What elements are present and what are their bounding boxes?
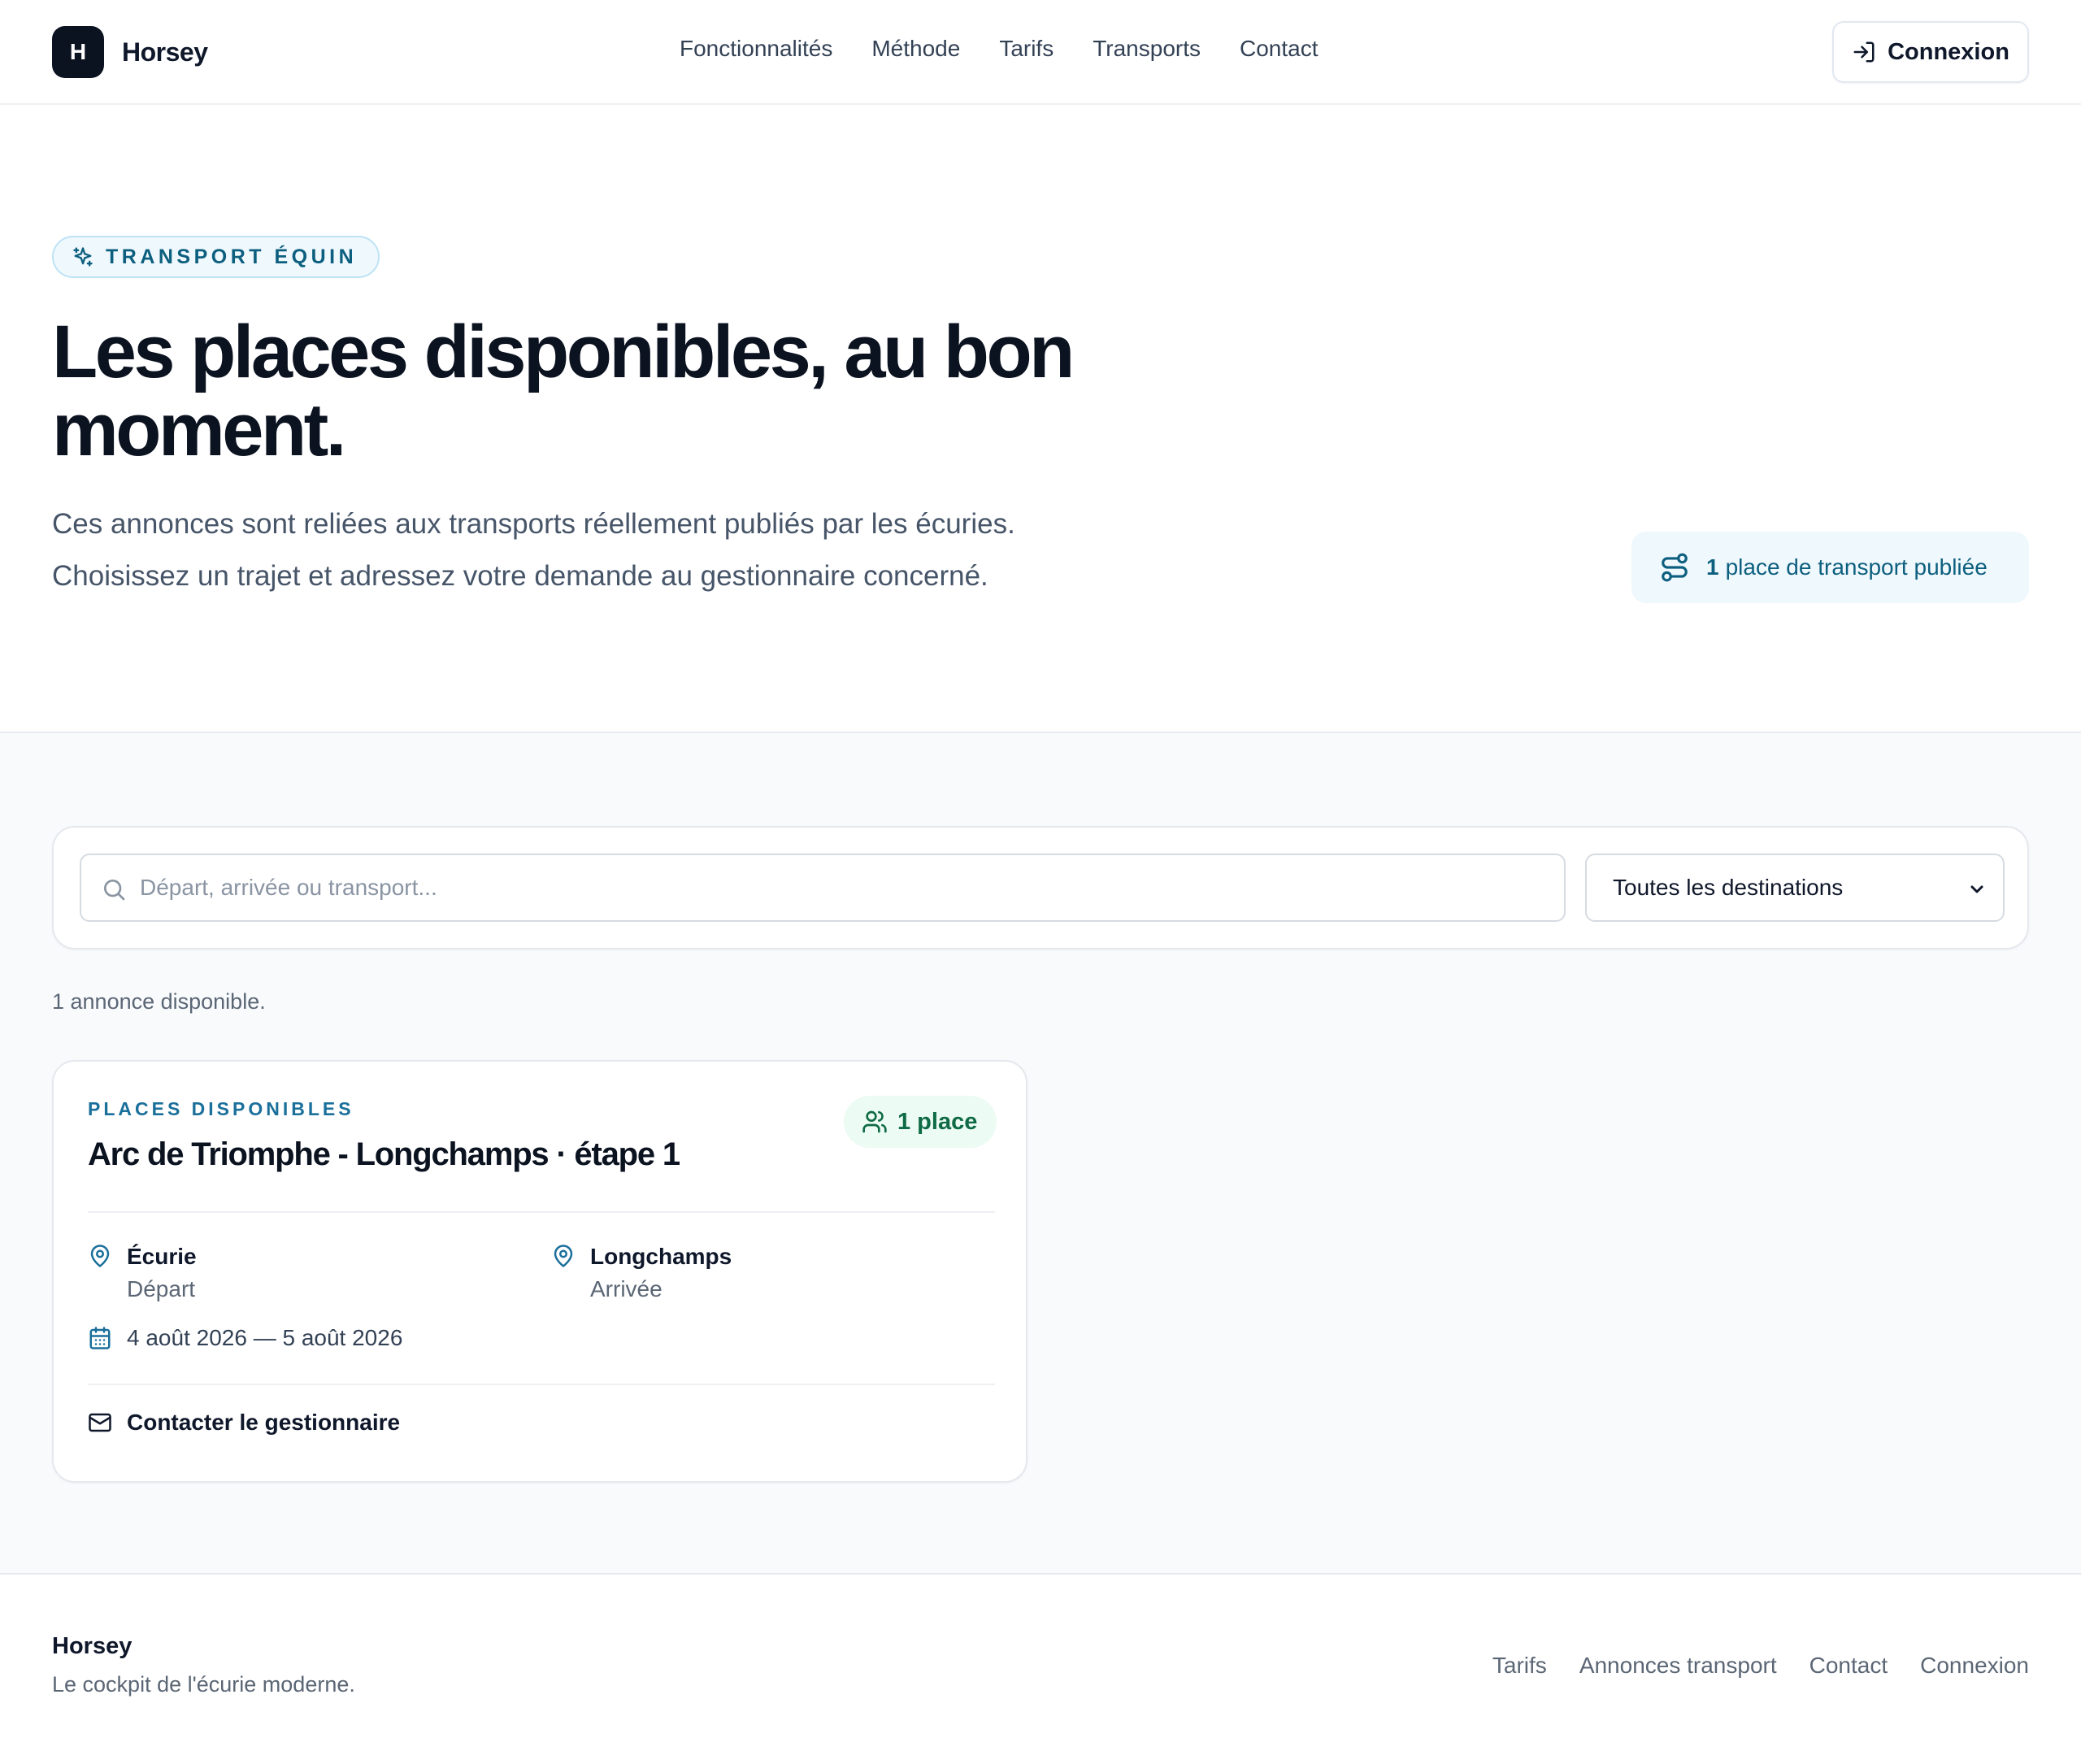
published-count-label: place de transport publiée: [1725, 554, 1988, 580]
login-label: Connexion: [1888, 38, 2009, 65]
main-nav: Fonctionnalités Méthode Tarifs Transport…: [680, 36, 1319, 62]
arrival-location: Longchamps Arrivée: [551, 1240, 732, 1306]
footer-link-contact[interactable]: Contact: [1809, 1653, 1888, 1679]
footer-link-tarifs[interactable]: Tarifs: [1492, 1653, 1547, 1679]
login-button[interactable]: Connexion: [1832, 21, 2029, 83]
results-count: 1 annonce disponible.: [52, 989, 266, 1014]
hero-subtitle: Ces annonces sont reliées aux transports…: [52, 508, 1015, 592]
page-title: Les places disponibles, au bon moment.: [52, 311, 1075, 471]
footer-link-connexion[interactable]: Connexion: [1920, 1653, 2029, 1679]
mail-icon: [88, 1410, 112, 1435]
site-header: H Horsey Fonctionnalités Méthode Tarifs …: [0, 0, 2081, 105]
search-input[interactable]: [140, 855, 1554, 920]
nav-link-methode[interactable]: Méthode: [871, 36, 960, 62]
filter-bar: Toutes les destinations: [52, 826, 2029, 949]
chevron-down-icon: [1967, 880, 1987, 899]
listings-section: Toutes les destinations 1 annonce dispon…: [0, 733, 2081, 1575]
destination-select[interactable]: Toutes les destinations: [1585, 854, 2005, 922]
brand-name: Horsey: [122, 37, 208, 67]
published-count-badge: 1 place de transport publiée: [1631, 532, 2029, 603]
listing-dates: 4 août 2026 — 5 août 2026: [88, 1325, 402, 1351]
hero-badge-label: TRANSPORT ÉQUIN: [106, 245, 358, 268]
published-count-number: 1: [1706, 554, 1719, 580]
places-badge: 1 place: [844, 1096, 997, 1148]
departure-role: Départ: [127, 1276, 196, 1301]
hero-section: TRANSPORT ÉQUIN Les places disponibles, …: [0, 105, 2081, 733]
departure-location: Écurie Départ: [88, 1240, 197, 1306]
sparkles-icon: [72, 245, 94, 268]
calendar-icon: [88, 1326, 112, 1350]
footer-tagline: Le cockpit de l'écurie moderne.: [52, 1672, 355, 1697]
divider: [88, 1211, 995, 1213]
listing-kicker: PLACES DISPONIBLES: [88, 1098, 354, 1119]
footer-link-annonces-transport[interactable]: Annonces transport: [1579, 1653, 1777, 1679]
listing-title: Arc de Triomphe - Longchamps · étape 1: [88, 1136, 680, 1172]
divider: [88, 1384, 995, 1385]
route-icon: [1659, 552, 1690, 583]
arrival-name: Longchamps: [590, 1244, 732, 1269]
nav-link-transports[interactable]: Transports: [1093, 36, 1201, 62]
listing-dates-text: 4 août 2026 — 5 août 2026: [127, 1325, 403, 1350]
users-icon: [862, 1109, 888, 1135]
logo[interactable]: H Horsey: [52, 26, 208, 78]
destination-select-value: Toutes les destinations: [1613, 875, 1844, 900]
search-icon: [101, 876, 127, 902]
contact-manager-link[interactable]: Contacter le gestionnaire: [88, 1410, 400, 1436]
departure-name: Écurie: [127, 1244, 197, 1269]
nav-link-tarifs[interactable]: Tarifs: [999, 36, 1054, 62]
search-field[interactable]: [80, 854, 1566, 922]
places-label: 1 place: [897, 1108, 978, 1135]
contact-manager-label: Contacter le gestionnaire: [127, 1410, 401, 1435]
footer-brand: Horsey: [52, 1633, 133, 1659]
listing-card: PLACES DISPONIBLES Arc de Triomphe - Lon…: [52, 1060, 1027, 1483]
site-footer: Horsey Le cockpit de l'écurie moderne. T…: [0, 1575, 2081, 1764]
published-count-text: 1 place de transport publiée: [1706, 554, 1988, 580]
login-icon: [1852, 40, 1876, 64]
map-pin-icon: [551, 1244, 576, 1306]
hero-badge: TRANSPORT ÉQUIN: [52, 236, 380, 278]
map-pin-icon: [88, 1244, 112, 1306]
logo-mark: H: [52, 26, 104, 78]
nav-link-contact[interactable]: Contact: [1240, 36, 1319, 62]
arrival-role: Arrivée: [590, 1276, 663, 1301]
nav-link-fonctionnalites[interactable]: Fonctionnalités: [680, 36, 832, 62]
footer-nav: Tarifs Annonces transport Contact Connex…: [1492, 1653, 2029, 1679]
